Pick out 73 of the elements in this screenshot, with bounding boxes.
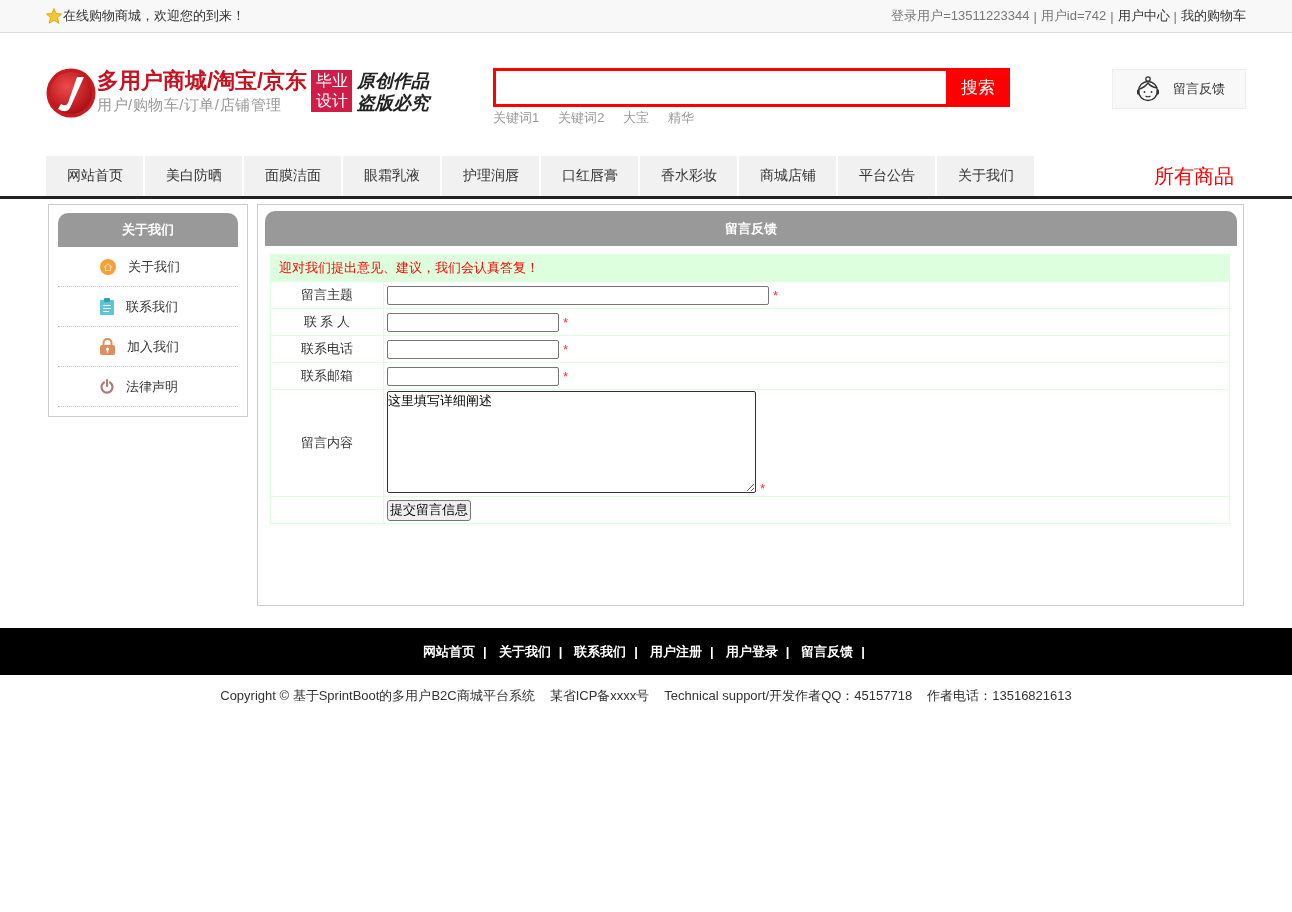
textarea-field[interactable]: 这里填写详细阐述 bbox=[387, 391, 756, 493]
lock-icon bbox=[100, 338, 115, 355]
footer-link[interactable]: 用户注册 bbox=[650, 642, 702, 661]
footer-link[interactable]: 关于我们 bbox=[498, 642, 551, 661]
slogan-text: 盗版必究 bbox=[357, 92, 430, 114]
copyright-text: 作者电话：13516821613 bbox=[927, 687, 1072, 705]
input-field[interactable] bbox=[387, 339, 559, 359]
nav-tab[interactable]: 眼霜乳液 bbox=[343, 156, 440, 196]
slogan-text: 原创作品 bbox=[357, 70, 430, 92]
field-label: 留言内容 bbox=[270, 389, 384, 497]
nav-tab[interactable]: 商城店铺 bbox=[739, 156, 836, 196]
link-separator: | bbox=[483, 644, 487, 659]
footer-link[interactable]: 用户登录 bbox=[725, 642, 778, 661]
search-button[interactable]: 搜索 bbox=[946, 68, 1010, 107]
clipboard-icon bbox=[100, 298, 114, 315]
all-products-link[interactable]: 所有商品 bbox=[1154, 162, 1234, 190]
home-icon bbox=[100, 258, 116, 275]
copyright-text: Technical support/开发作者QQ：45157718 bbox=[664, 687, 913, 705]
top-link[interactable]: 用户中心 bbox=[1117, 7, 1170, 25]
top-link[interactable]: 我的购物车 bbox=[1181, 7, 1246, 25]
sidebar-title: 关于我们 bbox=[58, 213, 238, 247]
required-mark: * bbox=[563, 368, 569, 384]
footer-link[interactable]: 联系我们 bbox=[574, 642, 627, 661]
link-separator: | bbox=[710, 644, 714, 659]
nav-tab[interactable]: 平台公告 bbox=[838, 156, 935, 196]
search-field[interactable] bbox=[493, 68, 946, 107]
field-label: 联系邮箱 bbox=[270, 362, 384, 390]
link-separator: | bbox=[785, 644, 790, 659]
link-separator: | bbox=[1033, 8, 1037, 24]
copyright-text: 某省ICP备xxxx号 bbox=[549, 687, 650, 705]
nav-tab[interactable]: 口红唇膏 bbox=[541, 156, 638, 196]
field-label: 留言主题 bbox=[270, 281, 384, 309]
panel-title: 留言反馈 bbox=[265, 211, 1237, 246]
sidebar-item[interactable]: 法律声明 bbox=[58, 367, 238, 407]
input-field[interactable] bbox=[387, 312, 559, 332]
required-mark: * bbox=[773, 287, 779, 303]
copyright-text: Copyright © 基于SprintBoot的多用户B2C商城平台系统 bbox=[220, 687, 535, 705]
link-separator: | bbox=[634, 644, 638, 659]
field-label: 联 系 人 bbox=[270, 308, 384, 336]
nav-tab[interactable]: 美白防晒 bbox=[145, 156, 242, 196]
feedback-button[interactable]: 留言反馈 bbox=[1112, 69, 1246, 109]
sidebar-item[interactable]: 联系我们 bbox=[58, 287, 238, 327]
field-label: 联系电话 bbox=[270, 335, 384, 363]
welcome-text: 在线购物商城，欢迎您的到来！ bbox=[63, 7, 245, 25]
nav-tab[interactable]: 关于我们 bbox=[937, 156, 1034, 196]
submit-button[interactable]: 提交留言信息 bbox=[387, 499, 471, 521]
logo-title: 多用户商城/淘宝/京东 bbox=[97, 67, 308, 95]
footer-link[interactable]: 网站首页 bbox=[423, 642, 476, 661]
nav-tab[interactable]: 香水彩妆 bbox=[640, 156, 737, 196]
logo-badge: 毕业设计 bbox=[311, 70, 353, 112]
required-mark: * bbox=[760, 481, 766, 496]
logo-icon bbox=[46, 68, 96, 118]
nav-tab[interactable]: 网站首页 bbox=[46, 156, 143, 196]
notice-text: 迎对我们提出意见、建议，我们会认真答复！ bbox=[270, 254, 1230, 282]
user-info-text: 用户id=742 bbox=[1040, 7, 1107, 25]
required-mark: * bbox=[563, 341, 569, 357]
power-icon bbox=[100, 379, 114, 394]
link-separator: | bbox=[1110, 8, 1114, 24]
link-separator: | bbox=[861, 644, 865, 659]
star-icon bbox=[46, 8, 62, 24]
nav-tab[interactable]: 面膜洁面 bbox=[244, 156, 341, 196]
required-mark: * bbox=[563, 314, 569, 330]
sidebar-item[interactable]: 加入我们 bbox=[58, 327, 238, 367]
footer-link[interactable]: 留言反馈 bbox=[801, 642, 854, 661]
input-field[interactable] bbox=[387, 366, 559, 386]
logo-subtitle: 用户/购物车/订单/店铺管理 bbox=[97, 95, 283, 115]
input-field[interactable] bbox=[387, 285, 769, 305]
user-info-text: 登录用户=13511223344 bbox=[891, 7, 1030, 25]
link-separator: | bbox=[1173, 8, 1177, 24]
sidebar-item[interactable]: 关于我们 bbox=[58, 247, 238, 287]
support-agent-icon bbox=[1136, 76, 1160, 102]
nav-tab[interactable]: 护理润唇 bbox=[442, 156, 539, 196]
link-separator: | bbox=[558, 644, 563, 659]
